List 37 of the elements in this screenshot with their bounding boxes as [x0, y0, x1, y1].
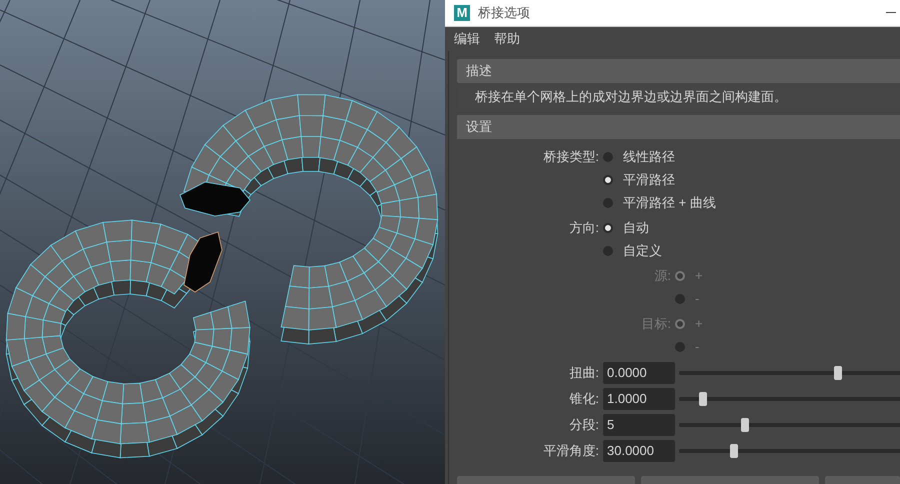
section-header[interactable]: 设置 [457, 115, 900, 139]
minimize-icon[interactable] [886, 12, 896, 14]
radio-button[interactable] [603, 222, 613, 232]
radio-button[interactable] [603, 198, 613, 208]
menu-item[interactable]: 帮助 [494, 29, 520, 49]
slider[interactable] [679, 418, 900, 432]
slider-thumb[interactable] [699, 392, 708, 406]
slider-thumb[interactable] [834, 366, 842, 380]
field-label: 锥化: [568, 390, 600, 408]
option-label[interactable]: 自定义 [623, 240, 662, 260]
value-field[interactable]: 1.0000 [603, 388, 675, 410]
radio-button[interactable] [603, 174, 613, 184]
value-field[interactable]: 0.0000 [603, 362, 675, 384]
slider[interactable] [679, 444, 900, 458]
value-field[interactable]: 5 [603, 414, 675, 436]
slider-thumb[interactable] [741, 418, 750, 432]
option-label[interactable]: 平滑路径 [623, 170, 675, 190]
option-label[interactable]: 自动 [623, 218, 649, 238]
radio-button[interactable] [603, 246, 613, 256]
field-label: 桥接类型: [542, 148, 600, 166]
menu-item[interactable]: 编辑 [454, 29, 480, 49]
slider[interactable] [679, 392, 900, 406]
option-label[interactable]: 平滑路径 + 曲线 [623, 192, 716, 212]
field-label: 方向: [568, 219, 600, 237]
value-field[interactable]: 30.0000 [603, 440, 675, 462]
slider-thumb[interactable] [730, 444, 738, 458]
option-label[interactable]: 线性路径 [623, 146, 675, 166]
field-label: 目标: [640, 315, 672, 333]
window-title: 桥接选项 [478, 4, 530, 22]
field-label: 平滑角度: [542, 442, 600, 460]
radio-button[interactable] [603, 152, 613, 162]
slider[interactable] [679, 366, 900, 380]
field-label: 分段: [568, 416, 600, 434]
section-header[interactable]: 描述 [457, 59, 900, 83]
app-logo: M [454, 5, 470, 21]
field-label: 扭曲: [568, 364, 600, 382]
field-label: 源: [653, 267, 672, 285]
